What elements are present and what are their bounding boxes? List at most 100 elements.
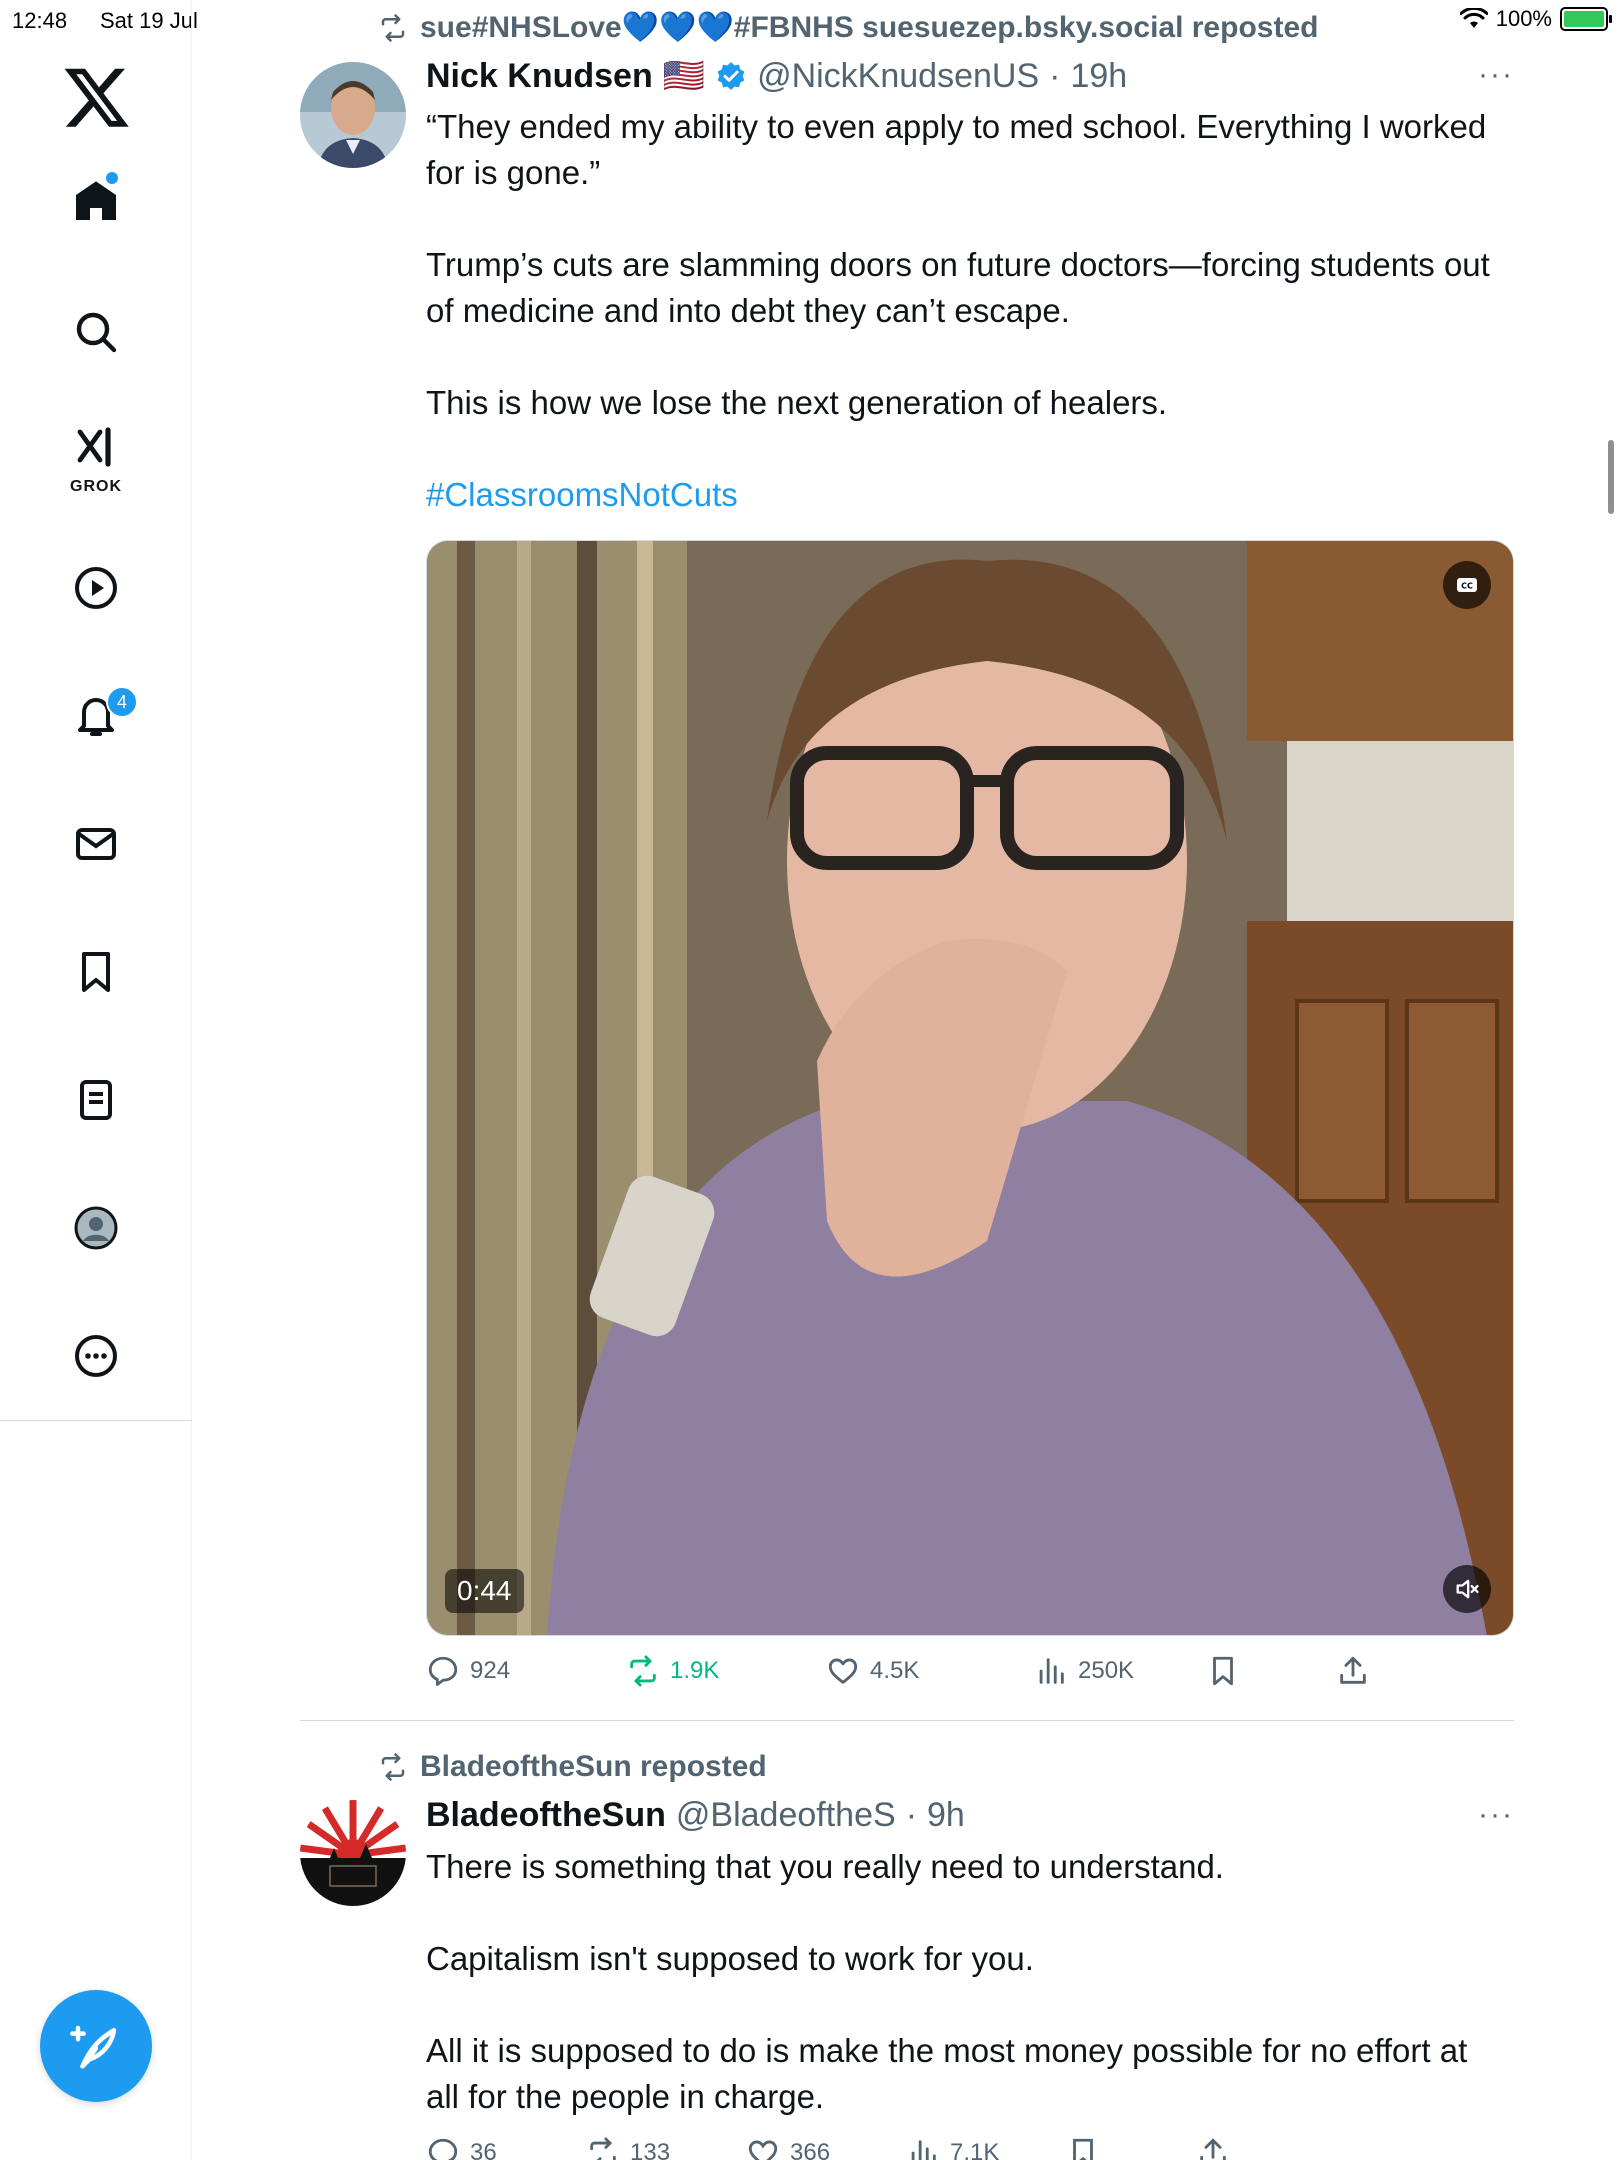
video-duration: 0:44 [445,1569,524,1613]
grok-label: GROK [70,478,122,495]
nav-profile[interactable] [56,1188,136,1268]
timestamp[interactable]: 9h [927,1796,965,1835]
nav-video[interactable] [56,548,136,628]
handle[interactable]: @NickKnudsenUS [757,57,1039,96]
battery-icon [1560,7,1612,31]
timestamp[interactable]: 19h [1070,57,1127,96]
grok-icon [77,427,111,467]
heart-icon [828,1658,858,1684]
repost-button[interactable]: 133 [586,2136,670,2160]
repost-count: 1.9K [670,1657,720,1684]
share-icon [1340,1656,1366,1684]
views-count: 250K [1078,1657,1135,1684]
captions-button[interactable]: CC [1443,561,1491,609]
video-frame [427,541,1513,1635]
more-circle-icon [75,1335,117,1377]
tweet-actions: 924 1.9K 4.5K 250K [426,1654,1514,1714]
nav-lists[interactable] [56,1060,136,1140]
home-unread-dot [106,172,118,184]
battery-percent: 100% [1495,6,1552,31]
compose-button[interactable] [40,1990,152,2102]
tweet-actions: 36 133 366 7.1K [426,2136,1514,2160]
repost-text[interactable]: BladeoftheSun reposted [420,1750,767,1784]
status-indicators: 100% [1459,6,1612,32]
like-count: 4.5K [870,1657,920,1684]
avatar-photo-icon [300,62,406,168]
handle[interactable]: @BladeoftheS [676,1796,896,1835]
wifi-icon [1459,8,1488,28]
home-icon [76,181,116,220]
tweet-paragraph: Capitalism isn't supposed to work for yo… [426,1940,1034,1977]
tweet-body: “They ended my ability to even apply to … [426,104,1506,518]
views-count: 7.1K [950,2139,1000,2160]
verified-badge-icon [717,62,745,90]
bookmark-button[interactable] [1206,1654,1240,1688]
reply-count: 36 [470,2139,497,2160]
bookmark-icon [1073,2138,1093,2160]
bookmark-button[interactable] [1066,2136,1100,2160]
reply-count: 924 [470,1657,511,1684]
sidebar-divider [0,1420,192,1421]
notifications-badge: 4 [106,686,138,718]
scrollbar[interactable] [1608,440,1614,514]
bookmark-icon [1213,1656,1233,1686]
captions-icon: CC [1457,578,1477,592]
views-chart-icon [911,2140,936,2160]
tweet-body: There is something that you really need … [426,1844,1506,2120]
separator-dot: · [905,1796,918,1834]
repost-text[interactable]: sue#NHSLove💙💙💙#FBNHS suesuezep.bsky.soci… [420,10,1318,45]
flag-emoji: 🇺🇸 [662,57,706,95]
tweet-paragraph: All it is supposed to do is make the mos… [426,2032,1468,2115]
nav-home[interactable] [56,162,136,242]
nav-bookmarks[interactable] [56,932,136,1012]
hashtag-link[interactable]: #ClassroomsNotCuts [426,472,1506,518]
tweet-header: BladeoftheSun @BladeoftheS · 9h [426,1796,965,1835]
nav-messages[interactable] [56,804,136,884]
bookmark-icon [82,952,110,992]
play-circle-icon [75,567,117,609]
separator-dot: · [1049,56,1061,95]
views-chart-icon [1039,1658,1064,1684]
nav-grok[interactable] [56,408,136,488]
avatar[interactable] [300,62,406,168]
repost-button[interactable]: 1.9K [626,1654,719,1688]
repost-count: 133 [630,2139,671,2160]
volume-muted-icon [1456,1579,1479,1599]
share-button[interactable] [1196,2136,1230,2160]
display-name[interactable]: Nick Knudsen [426,57,653,96]
nav-more[interactable] [56,1316,136,1396]
sidebar: GROK 4 [0,0,192,2160]
like-button[interactable]: 366 [746,2136,830,2160]
tweet-header: Nick Knudsen 🇺🇸 @NickKnudsenUS · 19h [426,56,1127,96]
reply-icon [428,1656,458,1686]
more-options-button[interactable]: ··· [1478,58,1514,92]
reply-icon [428,2138,458,2160]
tweet-paragraph: Trump’s cuts are slamming doors on futur… [426,246,1490,329]
search-icon [76,312,117,353]
nav-search[interactable] [56,292,136,372]
display-name[interactable]: BladeoftheSun [426,1796,666,1835]
tweet-divider [300,1720,1514,1721]
video-player[interactable]: CC 0:44 [426,540,1514,1636]
repost-icon [630,1655,656,1687]
tweet-paragraph: “They ended my ability to even apply to … [426,108,1487,191]
x-logo-icon[interactable] [62,62,132,132]
repost-icon [381,13,405,42]
like-button[interactable]: 4.5K [826,1654,919,1688]
svg-text:CC: CC [1461,582,1473,591]
compose-feather-icon [70,2025,117,2069]
mute-button[interactable] [1443,1565,1491,1613]
views-button[interactable]: 250K [1034,1654,1134,1688]
rising-sun-avatar-icon [300,1800,406,1906]
like-count: 366 [790,2139,831,2160]
reply-button[interactable]: 924 [426,1654,510,1688]
profile-avatar-icon [74,1206,118,1250]
reply-button[interactable]: 36 [426,2136,497,2160]
share-button[interactable] [1336,1654,1370,1688]
more-options-button[interactable]: ··· [1478,1798,1514,1832]
avatar[interactable] [300,1800,406,1906]
tweet-paragraph: This is how we lose the next generation … [426,384,1168,421]
share-icon [1200,2138,1226,2160]
views-button[interactable]: 7.1K [906,2136,999,2160]
mail-icon [76,828,116,860]
